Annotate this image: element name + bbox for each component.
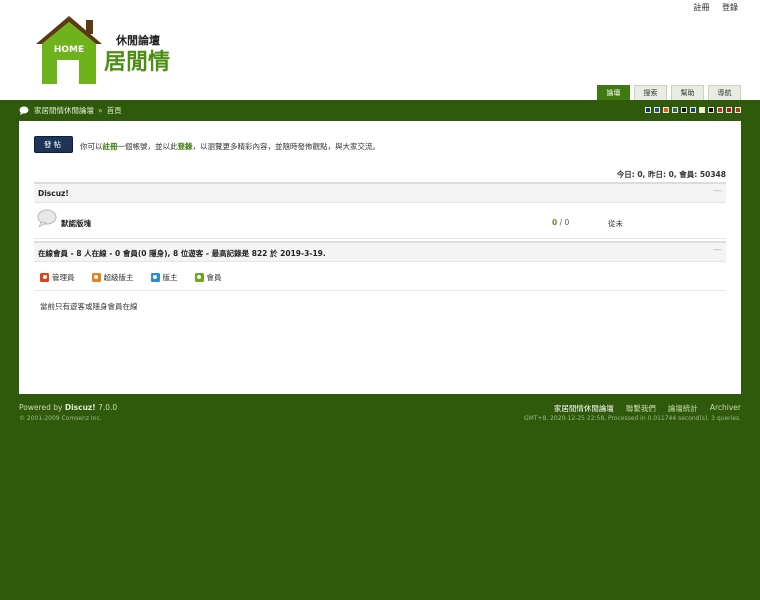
notice-middle: 一個帳號，並以此 — [117, 142, 178, 151]
collapse-icon[interactable]: — — [713, 186, 722, 196]
style-switcher — [642, 107, 741, 113]
online-summary: - 8 人在線 - 0 會員(0 隱身), 8 位遊客 - 最高記錄是 822 … — [68, 249, 326, 258]
logo-home-text: HOME — [54, 45, 84, 55]
style-swatch-1[interactable] — [654, 107, 660, 113]
online-note: 當前只有遊客或隱身會員在線 — [40, 302, 138, 311]
style-swatch-8[interactable] — [717, 107, 723, 113]
style-swatch-4[interactable] — [681, 107, 687, 113]
main-content: 發帖 你可以註冊一個帳號，並以此登錄，以瀏覽更多精彩內容，並隨時發佈觀點，與大家… — [19, 121, 741, 394]
legend-mod: 版主 — [150, 272, 178, 283]
legend-admin-label: 管理員 — [52, 273, 75, 282]
forum-name-link[interactable]: 默認版塊 — [61, 218, 91, 229]
online-header: 在線會員 - 8 人在線 - 0 會員(0 隱身), 8 位遊客 - 最高記錄是… — [34, 241, 726, 262]
collapse-icon[interactable]: — — [713, 245, 722, 255]
logo-subtitle: 休閒論壇 — [115, 33, 160, 47]
style-swatch-9[interactable] — [726, 107, 732, 113]
new-post-button[interactable]: 發帖 — [34, 136, 73, 153]
powered-brand-link[interactable]: Discuz! — [65, 403, 96, 412]
online-title-label[interactable]: 在線會員 — [38, 249, 68, 258]
moderator-user-icon — [150, 273, 160, 282]
site-logo[interactable]: HOME 休閒論壇 居閒情 — [34, 14, 184, 88]
legend-member-label: 會員 — [206, 273, 222, 282]
member-user-icon — [194, 273, 204, 282]
tab-navigation[interactable]: 導航 — [708, 85, 741, 100]
guest-notice: 你可以註冊一個帳號，並以此登錄，以瀏覽更多精彩內容，並隨時發佈觀點，與大家交流。 — [80, 141, 380, 152]
footer-link-archiver[interactable]: Archiver — [710, 403, 741, 414]
speech-bubble-icon — [19, 106, 29, 115]
register-link[interactable]: 註冊 — [693, 3, 709, 12]
forum-stats: 今日: 0, 昨日: 0, 會員: 50348 — [616, 170, 726, 179]
footer-link-contact[interactable]: 聯繫我們 — [626, 403, 656, 414]
divider — [34, 290, 726, 291]
header: 註冊 登錄 HOME 休閒論壇 居閒情 論壇 搜索 幫助 導航 — [0, 0, 760, 100]
legend-admin: 管理員 — [40, 272, 75, 283]
tab-help[interactable]: 幫助 — [671, 85, 704, 100]
breadcrumb: 家居閒情休閒論壇 » 首頁 — [19, 105, 122, 116]
style-swatch-3[interactable] — [672, 107, 678, 113]
forum-last-post: 從未 — [608, 219, 623, 228]
legend-super-mod-label: 超級版主 — [103, 273, 134, 282]
breadcrumb-site-link[interactable]: 家居閒情休閒論壇 — [34, 105, 94, 116]
nav-bar: 家居閒情休閒論壇 » 首頁 — [0, 100, 760, 121]
breadcrumb-current: 首頁 — [106, 106, 122, 115]
forum-posts: 0 — [564, 218, 570, 227]
forum-status-icon — [37, 209, 57, 227]
category-header: Discuz! — — [34, 182, 726, 203]
notice-suffix: ，以瀏覽更多精彩內容，並隨時發佈觀點，與大家交流。 — [192, 142, 381, 151]
notice-register-link[interactable]: 註冊 — [103, 142, 118, 151]
style-swatch-7[interactable] — [708, 107, 714, 113]
forum-row: 默認版塊 0 / 0 從未 — [34, 205, 726, 239]
forum-counts: 0 / 0 — [552, 218, 569, 227]
legend-super-mod: 超級版主 — [91, 272, 134, 283]
tab-search[interactable]: 搜索 — [634, 85, 667, 100]
notice-prefix: 你可以 — [80, 142, 103, 151]
super-moderator-user-icon — [91, 273, 101, 282]
member-legend: 管理員 超級版主 版主 會員 — [40, 272, 239, 283]
legend-member: 會員 — [194, 272, 222, 283]
footer-link-site[interactable]: 家居閒情休閒論壇 — [554, 403, 614, 414]
powered-by: Powered by Discuz! 7.0.0 — [19, 403, 117, 412]
style-swatch-2[interactable] — [663, 107, 669, 113]
copyright: © 2001-2009 Comsenz Inc. — [19, 415, 102, 422]
online-title: 在線會員 - 8 人在線 - 0 會員(0 隱身), 8 位遊客 - 最高記錄是… — [38, 248, 326, 259]
powered-version: 7.0.0 — [95, 403, 118, 412]
footer-link-stats[interactable]: 論壇統計 — [668, 403, 698, 414]
main-tabs: 論壇 搜索 幫助 導航 — [593, 85, 741, 100]
notice-login-link[interactable]: 登錄 — [178, 142, 193, 151]
admin-user-icon — [40, 273, 49, 282]
style-swatch-0[interactable] — [645, 107, 651, 113]
category-title[interactable]: Discuz! — [38, 189, 69, 198]
legend-mod-label: 版主 — [162, 273, 178, 282]
logo-title: 居閒情 — [104, 49, 170, 75]
style-swatch-5[interactable] — [690, 107, 696, 113]
login-link[interactable]: 登錄 — [722, 3, 738, 12]
top-links: 註冊 登錄 — [683, 2, 738, 13]
footer-links: 家居閒情休閒論壇 聯繫我們 論壇統計 Archiver — [542, 403, 741, 414]
style-swatch-10[interactable] — [735, 107, 741, 113]
forum-counts-sep: / — [557, 218, 565, 227]
tab-forum[interactable]: 論壇 — [597, 85, 630, 100]
footer-processing-info: GMT+8, 2020-12-25 22:58, Processed in 0.… — [523, 415, 741, 422]
style-swatch-6[interactable] — [699, 107, 705, 113]
powered-prefix: Powered by — [19, 403, 65, 412]
breadcrumb-separator: » — [98, 106, 103, 115]
